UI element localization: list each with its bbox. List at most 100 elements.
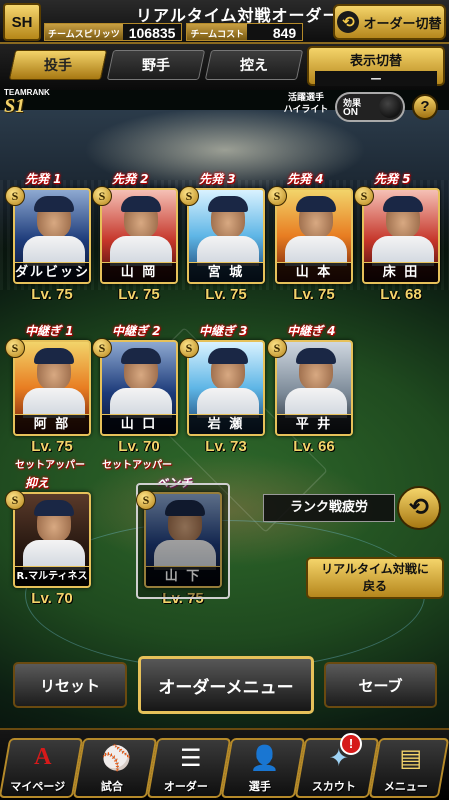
player-icon: 👤 <box>249 744 280 772</box>
team-spirit-stat: チームスピリッツ 106835 <box>44 23 183 41</box>
team-logo: SH <box>3 3 41 41</box>
slot-label: 中継ぎ 1 <box>25 324 74 338</box>
s-rank-badge: S <box>5 338 25 358</box>
player-name: 阿 部 <box>15 414 89 434</box>
scout-icon: ✦ <box>328 744 349 772</box>
nav-menu[interactable]: ▤ メニュー <box>368 738 449 798</box>
player-name: ダルビッシュ <box>15 262 89 282</box>
player-cap <box>121 196 161 212</box>
order-switch-button[interactable]: ⟲ オーダー切替 <box>333 4 446 40</box>
role-label: セットアッパー <box>102 460 172 471</box>
order-menu-button[interactable]: オーダーメニュー <box>138 656 314 714</box>
player-cap <box>34 196 74 212</box>
highlight-label: 活躍選手 ハイライト <box>283 93 329 115</box>
player-name: 宮 城 <box>189 262 263 282</box>
player-name: 山 口 <box>102 414 176 434</box>
player-card[interactable]: 山 岡 <box>100 188 178 284</box>
team-spirit-label: チームスピリッツ <box>45 24 123 40</box>
baseball-icon: ⚾ <box>101 744 132 772</box>
s-rank-badge: S <box>179 338 199 358</box>
slot-label: 中継ぎ 3 <box>199 324 248 338</box>
nav-order[interactable]: ☰ オーダー <box>146 738 232 798</box>
player-card[interactable]: 宮 城 <box>187 188 265 284</box>
slot-label: 中継ぎ 4 <box>287 324 336 338</box>
back-to-realtime-button[interactable]: リアルタイム対戦に 戻る <box>306 557 444 599</box>
save-button[interactable]: セーブ <box>324 662 437 708</box>
toggle-knob <box>379 96 401 118</box>
reset-button[interactable]: リセット <box>13 662 127 708</box>
player-level: Lv. 75 <box>118 286 160 303</box>
player-card[interactable]: 山 口 <box>100 340 178 436</box>
bottom-nav: A マイページ ⚾ 試合 ☰ オーダー 👤 選手 ✦ スカウト ▤ メニュー <box>0 728 449 800</box>
nav-mypage[interactable]: A マイページ <box>0 738 84 798</box>
player-name: R.マルティネス <box>15 566 89 586</box>
player-level: Lv. 73 <box>205 438 247 455</box>
player-name: 床 田 <box>364 262 438 282</box>
player-card[interactable]: R.マルティネス <box>13 492 91 588</box>
player-level: Lv. 70 <box>31 590 73 607</box>
s-rank-badge: S <box>136 490 156 510</box>
slot-label: 中継ぎ 2 <box>112 324 161 338</box>
mypage-icon: A <box>34 744 52 770</box>
display-toggle-button[interactable]: 表示切替 — <box>307 46 445 86</box>
s-rank-badge: S <box>5 186 25 206</box>
player-cap <box>296 348 336 364</box>
player-cap <box>34 348 74 364</box>
player-level: Lv. 75 <box>205 286 247 303</box>
tab-pitcher[interactable]: 投手 <box>8 50 108 80</box>
player-name: 山 本 <box>277 262 351 282</box>
player-card[interactable]: 山 本 <box>275 188 353 284</box>
player-card[interactable]: 平 井 <box>275 340 353 436</box>
effect-toggle[interactable]: 効果 ON <box>335 92 405 122</box>
player-name: 平 井 <box>277 414 351 434</box>
slot-label: 先発 1 <box>25 172 62 186</box>
slot-label: 先発 4 <box>287 172 324 186</box>
s-rank-badge: S <box>92 338 112 358</box>
player-level: Lv. 70 <box>118 438 160 455</box>
position-tabs: 投手 野手 控え 表示切替 — <box>0 44 449 90</box>
fatigue-swap-button[interactable]: ⟲ <box>397 486 441 530</box>
player-level: Lv. 68 <box>380 286 422 303</box>
player-cap <box>296 196 336 212</box>
team-cost-value: 849 <box>247 24 303 41</box>
player-cap <box>34 500 74 516</box>
role-label: セットアッパー <box>15 460 85 471</box>
player-card[interactable]: 床 田 <box>362 188 440 284</box>
s-rank-badge: S <box>179 186 199 206</box>
display-toggle-value: — <box>315 71 437 86</box>
team-rank: TEAMRANK S1 <box>4 88 50 118</box>
tab-fielder[interactable]: 野手 <box>106 50 206 80</box>
swap-icon: ⟲ <box>337 11 360 33</box>
display-toggle-label: 表示切替 <box>349 54 402 69</box>
order-switch-label: オーダー切替 <box>363 16 442 32</box>
s-rank-badge: S <box>354 186 374 206</box>
team-spirit-value: 106835 <box>122 24 182 41</box>
team-rank-value: S1 <box>4 95 26 117</box>
player-card[interactable]: 岩 瀬 <box>187 340 265 436</box>
help-icon[interactable]: ? <box>412 94 438 120</box>
tab-reserve[interactable]: 控え <box>204 50 304 80</box>
player-level: Lv. 75 <box>31 286 73 303</box>
s-rank-badge: S <box>5 490 25 510</box>
nav-scout[interactable]: ✦ スカウト <box>294 738 380 798</box>
rank-fatigue-label: ランク戦疲労 <box>263 494 395 522</box>
header-bar: SH リアルタイム対戦オーダー チームスピリッツ 106835 チームコスト 8… <box>0 0 449 44</box>
player-name: 岩 瀬 <box>189 414 263 434</box>
player-cap <box>208 196 248 212</box>
player-level: Lv. 75 <box>31 438 73 455</box>
player-level: Lv. 75 <box>293 286 335 303</box>
slot-label: 先発 2 <box>112 172 149 186</box>
slot-label: 先発 3 <box>199 172 236 186</box>
slot-label: 先発 5 <box>374 172 411 186</box>
player-card[interactable]: ダルビッシュ <box>13 188 91 284</box>
action-bar: リセット オーダーメニュー セーブ <box>0 652 449 718</box>
order-icon: ☰ <box>179 744 202 772</box>
player-card[interactable]: 阿 部 <box>13 340 91 436</box>
nav-match[interactable]: ⚾ 試合 <box>72 738 158 798</box>
slot-label: 抑え <box>25 476 50 490</box>
s-rank-badge: S <box>92 186 112 206</box>
player-cap <box>121 348 161 364</box>
menu-icon: ▤ <box>399 744 423 772</box>
nav-players[interactable]: 👤 選手 <box>220 738 306 798</box>
team-cost-label: チームコスト <box>187 24 248 40</box>
